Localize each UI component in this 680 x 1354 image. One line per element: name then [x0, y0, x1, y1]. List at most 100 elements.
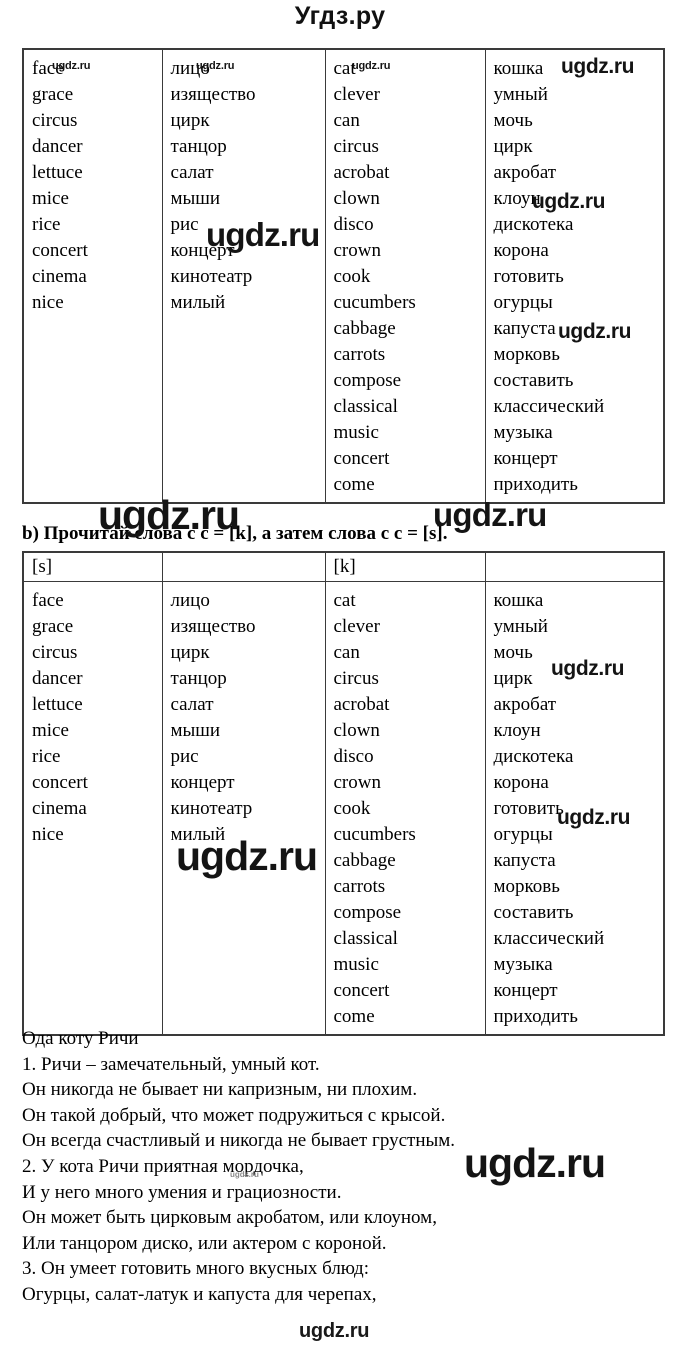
word-entry: rice [32, 214, 61, 235]
word-entry: can [333, 110, 360, 131]
word-entry: can [333, 642, 360, 663]
word-entry: капуста [493, 318, 556, 339]
word-entry: кошка [493, 590, 544, 611]
header-cell-blank-1 [161, 552, 326, 582]
table-row: face grace circus dancer lettuce mice rice conc… [23, 581, 664, 1035]
word-entry: mice [32, 720, 69, 741]
word-table-one: face grace circus dancer lettuce mice rice conc… [22, 48, 665, 504]
word-entry: танцор [170, 136, 227, 157]
word-entry: акробат [493, 694, 557, 715]
word-entry: cinema [32, 798, 87, 819]
poem-line: 3. Он умеет готовить много вкусных блюд: [22, 1258, 369, 1280]
word-entry: умный [493, 84, 548, 105]
word-entry: дискотека [493, 746, 574, 767]
word-entry: cat [333, 590, 356, 611]
word-entry: crown [333, 772, 381, 793]
word-entry: акробат [493, 162, 557, 183]
word-entry: crown [333, 240, 381, 261]
word-entry: grace [32, 616, 74, 637]
word-entry: мочь [493, 110, 533, 131]
word-entry: circus [32, 642, 78, 663]
phoneme-label-k: [k] [333, 556, 356, 577]
word-entry: готовить [493, 266, 564, 287]
word-entry: кинотеатр [170, 266, 253, 287]
word-entry: составить [493, 370, 574, 391]
poem-line: Он никогда не бывает ни капризным, ни пл… [22, 1079, 418, 1101]
phoneme-label-s: [s] [32, 556, 53, 577]
word-entry: rice [32, 746, 61, 767]
word-entry: концерт [493, 980, 558, 1001]
word-entry: морковь [493, 344, 560, 365]
word-entry: морковь [493, 876, 560, 897]
table-cell-col1: face grace circus dancer lettuce mice rice conc… [23, 49, 163, 503]
word-entry: clever [333, 84, 380, 105]
word-entry: concert [333, 448, 390, 469]
word-entry: concert [32, 772, 88, 793]
word-entry: cabbage [333, 318, 396, 339]
word-entry: dancer [32, 668, 83, 689]
phoneme-label-blank-1 [163, 553, 325, 581]
word-list-ru-s: лицо изящество цирк танцор салат мыши рис конце… [163, 582, 325, 852]
word-entry: цирк [170, 642, 210, 663]
word-entry: мочь [493, 642, 533, 663]
word-entry: музыка [493, 954, 553, 975]
word-entry: салат [170, 694, 214, 715]
word-list-en-s: face grace circus dancer lettuce mice rice conc… [24, 582, 162, 852]
word-entry: dancer [32, 136, 83, 157]
word-entry: nice [32, 292, 64, 313]
table-cell-col1: face grace circus dancer lettuce mice rice conc… [23, 581, 163, 1035]
word-entry: circus [32, 110, 78, 131]
word-entry: мыши [170, 188, 221, 209]
word-entry: lettuce [32, 162, 83, 183]
word-entry: милый [170, 824, 226, 845]
word-list-en-k: cat clever can circus acrobat clown disco crown… [326, 50, 485, 502]
word-entry: кошка [493, 58, 544, 79]
word-entry: disco [333, 746, 374, 767]
watermark-ugdz: ugdz.ru [299, 1320, 370, 1342]
word-entry: концерт [493, 448, 558, 469]
word-list-ru-s: лицо изящество цирк танцор салат мыши рис конце… [163, 50, 325, 320]
word-entry: цирк [493, 668, 533, 689]
poem-text: Ода коту Ричи 1. Ричи – замечательный, ум… [22, 1026, 672, 1308]
word-entry: carrots [333, 344, 386, 365]
word-entry: cook [333, 266, 371, 287]
poem-line: Огурцы, салат-латук и капуста для черепа… [22, 1283, 377, 1305]
word-entry: милый [170, 292, 226, 313]
word-entry: face [32, 58, 64, 79]
word-entry: кинотеатр [170, 798, 253, 819]
word-entry: cucumbers [333, 824, 416, 845]
word-entry: mice [32, 188, 69, 209]
word-entry: изящество [170, 84, 256, 105]
word-entry: рис [170, 214, 199, 235]
word-entry: концерт [170, 772, 235, 793]
word-entry: cinema [32, 266, 87, 287]
word-entry: compose [333, 902, 402, 923]
table-cell-col3: cat clever can circus acrobat clown disco crown… [324, 581, 486, 1035]
word-entry: лицо [170, 58, 210, 79]
word-entry: составить [493, 902, 574, 923]
table-row: face grace circus dancer lettuce mice rice conc… [23, 49, 664, 503]
word-entry: music [333, 422, 379, 443]
poem-line: 2. У кота Ричи приятная мордочка, [22, 1155, 304, 1177]
word-entry: concert [333, 980, 390, 1001]
word-entry: disco [333, 214, 374, 235]
word-entry: clown [333, 188, 380, 209]
word-entry: классический [493, 396, 605, 417]
word-entry: корона [493, 772, 549, 793]
word-entry: капуста [493, 850, 556, 871]
site-title: Угдз.ру [294, 2, 386, 30]
word-table-two: [s] [k] face grace circus dancer lettuce mice… [22, 551, 665, 1036]
word-entry: огурцы [493, 292, 553, 313]
word-entry: корона [493, 240, 549, 261]
word-entry: готовить [493, 798, 564, 819]
poem-line: И у него много умения и грациозности. [22, 1181, 342, 1203]
word-entry: мыши [170, 720, 221, 741]
word-entry: цирк [493, 136, 533, 157]
table-cell-col2: лицо изящество цирк танцор салат мыши рис конце… [161, 581, 326, 1035]
table-cell-col4: кошка умный мочь цирк акробат клоун дискотека к… [484, 581, 664, 1035]
table-cell-col2: лицо изящество цирк танцор салат мыши рис конце… [161, 49, 326, 503]
word-entry: concert [32, 240, 88, 261]
poem-line: 1. Ричи – замечательный, умный кот. [22, 1053, 320, 1075]
word-entry: клоун [493, 720, 541, 741]
word-entry: классический [493, 928, 605, 949]
